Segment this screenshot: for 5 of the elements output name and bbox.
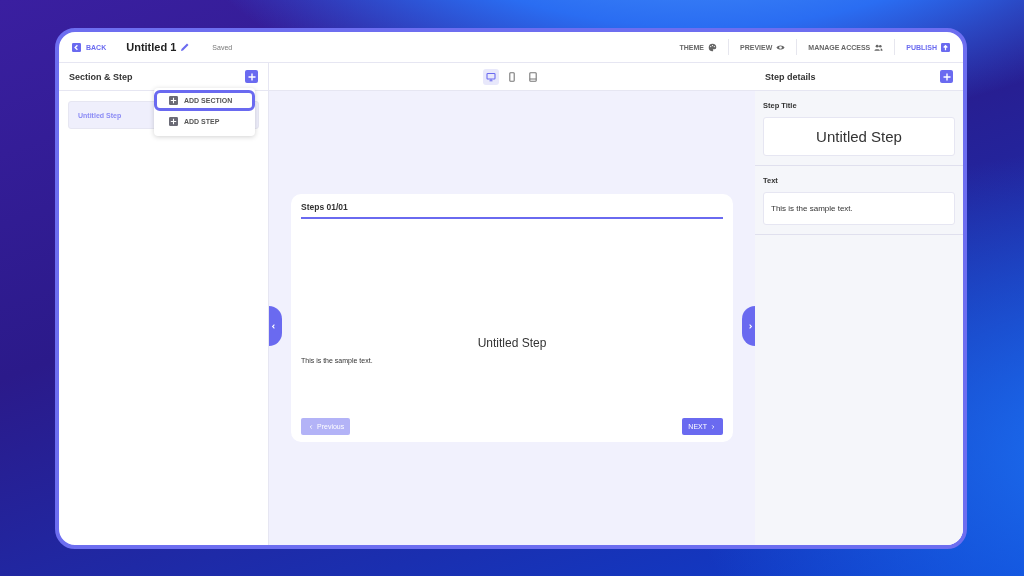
document-title: Untitled 1 <box>126 41 177 53</box>
panel-title: Step details <box>765 71 816 82</box>
step-title: Untitled Step <box>476 335 548 350</box>
step-counter: Steps 01/01 <box>301 202 349 212</box>
panel-title: Section & Step <box>69 71 133 82</box>
